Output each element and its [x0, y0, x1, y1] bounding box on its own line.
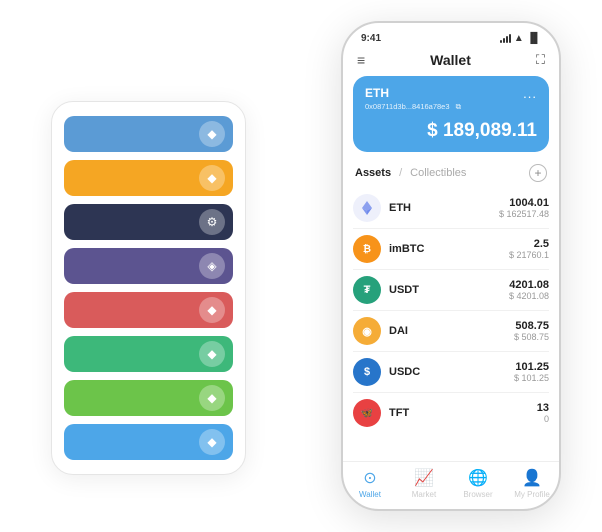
eth-card-coin: ETH: [365, 86, 537, 100]
usdc-amount: 101.25: [514, 361, 549, 373]
eth-card[interactable]: ETH 0x08711d3b...8416a78e3 ⧉ ... $ 189,0…: [353, 76, 549, 152]
asset-amounts-tft: 13 0: [537, 402, 549, 424]
eth-amount: 1004.01: [499, 197, 549, 209]
scene: ◆ ◆ ⚙ ◈ ◆ ◆ ◆ ◆ 9:41: [21, 21, 581, 511]
expand-icon[interactable]: ⛶: [536, 52, 545, 68]
card-item[interactable]: ◆: [64, 424, 233, 460]
asset-name-imbtc: imBTC: [389, 243, 509, 255]
nav-item-browser[interactable]: 🌐 Browser: [451, 468, 505, 499]
asset-amounts-usdc: 101.25 $ 101.25: [514, 361, 549, 383]
card-item[interactable]: ◆: [64, 336, 233, 372]
card-item[interactable]: ◆: [64, 380, 233, 416]
eth-icon: [353, 194, 381, 222]
card-icon: ◆: [199, 121, 225, 147]
dai-amount: 508.75: [514, 320, 549, 332]
usdt-amount: 4201.08: [509, 279, 549, 291]
battery-icon: ▐▌: [527, 33, 541, 44]
card-menu-button[interactable]: ...: [523, 86, 537, 101]
dai-usd: $ 508.75: [514, 332, 549, 342]
asset-row-dai[interactable]: ◉ DAI 508.75 $ 508.75: [353, 311, 549, 352]
market-nav-label: Market: [412, 490, 436, 499]
phone-frame: 9:41 ▲ ▐▌ ≡ Wallet ⛶ ETH: [341, 21, 561, 511]
dai-icon: ◉: [353, 317, 381, 345]
nav-item-market[interactable]: 📈 Market: [397, 468, 451, 499]
assets-header: Assets / Collectibles +: [343, 160, 559, 188]
asset-name-tft: TFT: [389, 407, 537, 419]
status-icons: ▲ ▐▌: [500, 33, 541, 44]
tft-amount: 13: [537, 402, 549, 414]
tab-assets[interactable]: Assets: [355, 167, 391, 179]
asset-name-usdt: USDT: [389, 284, 509, 296]
asset-amounts-usdt: 4201.08 $ 4201.08: [509, 279, 549, 301]
asset-amounts-eth: 1004.01 $ 162517.48: [499, 197, 549, 219]
wifi-icon: ▲: [514, 33, 524, 44]
asset-name-usdc: USDC: [389, 366, 514, 378]
eth-usd: $ 162517.48: [499, 209, 549, 219]
asset-row-usdc[interactable]: $ USDC 101.25 $ 101.25: [353, 352, 549, 393]
card-item[interactable]: ◆: [64, 292, 233, 328]
asset-list: ETH 1004.01 $ 162517.48 ₿ imBTC 2.5 $ 21…: [343, 188, 559, 461]
imbtc-usd: $ 21760.1: [509, 250, 549, 260]
browser-nav-icon: 🌐: [468, 468, 488, 488]
nav-item-wallet[interactable]: ⊙ Wallet: [343, 468, 397, 499]
asset-amounts-imbtc: 2.5 $ 21760.1: [509, 238, 549, 260]
page-title: Wallet: [430, 52, 471, 68]
card-icon: ◆: [199, 385, 225, 411]
card-icon: ◆: [199, 165, 225, 191]
asset-amounts-dai: 508.75 $ 508.75: [514, 320, 549, 342]
menu-icon[interactable]: ≡: [357, 52, 365, 68]
status-time: 9:41: [361, 33, 381, 44]
phone-content: ETH 0x08711d3b...8416a78e3 ⧉ ... $ 189,0…: [343, 76, 559, 461]
bottom-nav: ⊙ Wallet 📈 Market 🌐 Browser 👤 My Profile: [343, 461, 559, 509]
usdc-icon: $: [353, 358, 381, 386]
status-bar: 9:41 ▲ ▐▌: [343, 23, 559, 48]
card-item[interactable]: ◆: [64, 160, 233, 196]
card-icon: ⚙: [199, 209, 225, 235]
copy-icon[interactable]: ⧉: [456, 102, 461, 111]
asset-name-eth: ETH: [389, 202, 499, 214]
add-asset-button[interactable]: +: [529, 164, 547, 182]
card-item[interactable]: ◈: [64, 248, 233, 284]
assets-tabs: Assets / Collectibles: [355, 167, 466, 179]
asset-row-usdt[interactable]: ₮ USDT 4201.08 $ 4201.08: [353, 270, 549, 311]
usdt-icon: ₮: [353, 276, 381, 304]
wallet-nav-label: Wallet: [359, 490, 381, 499]
browser-nav-label: Browser: [463, 490, 492, 499]
asset-row-eth[interactable]: ETH 1004.01 $ 162517.48: [353, 188, 549, 229]
imbtc-amount: 2.5: [509, 238, 549, 250]
card-item[interactable]: ◆: [64, 116, 233, 152]
card-stack: ◆ ◆ ⚙ ◈ ◆ ◆ ◆ ◆: [51, 101, 246, 475]
profile-nav-label: My Profile: [514, 490, 550, 499]
eth-card-address: 0x08711d3b...8416a78e3 ⧉: [365, 102, 537, 112]
card-item[interactable]: ⚙: [64, 204, 233, 240]
market-nav-icon: 📈: [414, 468, 434, 488]
usdt-usd: $ 4201.08: [509, 291, 549, 301]
card-icon: ◆: [199, 297, 225, 323]
tab-divider: /: [399, 167, 402, 179]
eth-card-amount: $ 189,089.11: [365, 120, 537, 142]
card-icon: ◈: [199, 253, 225, 279]
tab-collectibles[interactable]: Collectibles: [410, 167, 466, 179]
nav-item-profile[interactable]: 👤 My Profile: [505, 468, 559, 499]
asset-row-tft[interactable]: 🦋 TFT 13 0: [353, 393, 549, 433]
profile-nav-icon: 👤: [522, 468, 542, 488]
signal-icon: [500, 34, 511, 43]
card-icon: ◆: [199, 429, 225, 455]
wallet-nav-icon: ⊙: [363, 468, 376, 488]
card-icon: ◆: [199, 341, 225, 367]
tft-usd: 0: [537, 414, 549, 424]
usdc-usd: $ 101.25: [514, 373, 549, 383]
asset-row-imbtc[interactable]: ₿ imBTC 2.5 $ 21760.1: [353, 229, 549, 270]
tft-icon: 🦋: [353, 399, 381, 427]
asset-name-dai: DAI: [389, 325, 514, 337]
imbtc-icon: ₿: [353, 235, 381, 263]
phone-header: ≡ Wallet ⛶: [343, 48, 559, 76]
